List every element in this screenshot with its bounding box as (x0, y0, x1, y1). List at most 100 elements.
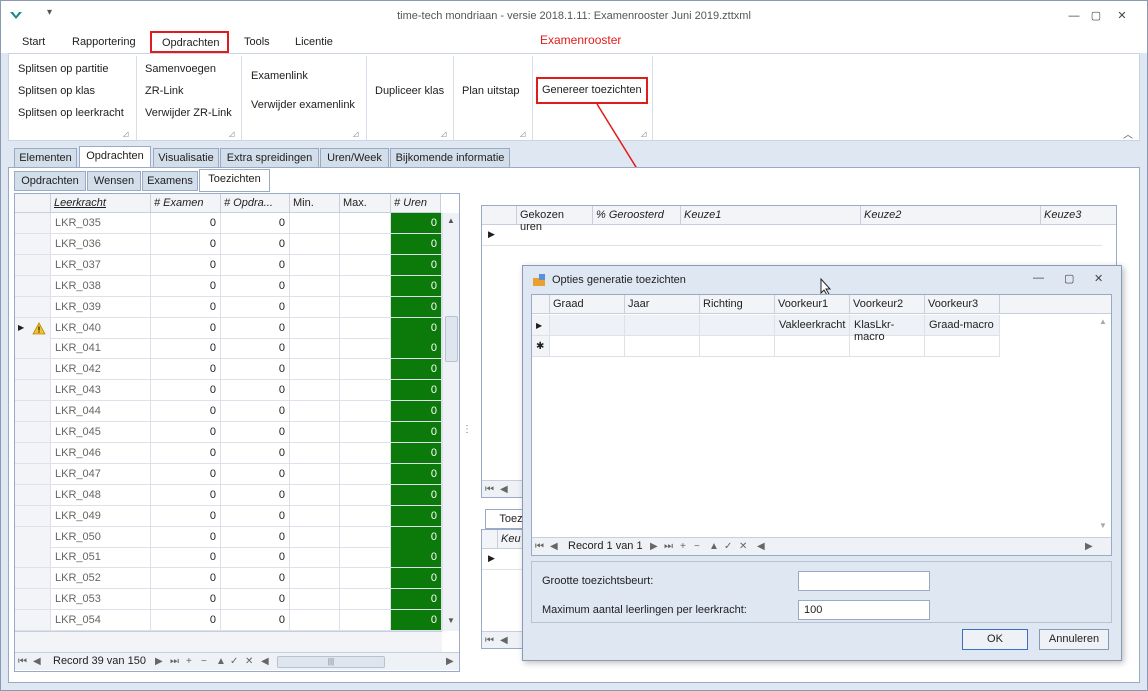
cell-opdrachten[interactable]: 0 (221, 568, 290, 590)
col-header-voorkeur1[interactable]: Voorkeur1 (775, 295, 850, 314)
col-header-keuze3[interactable]: Keuze3 (1041, 206, 1116, 225)
col-header-geroosterd[interactable]: % Geroosterd (593, 206, 681, 225)
row-indicator[interactable] (15, 380, 51, 402)
row-indicator[interactable] (15, 547, 51, 569)
cell-opdrachten[interactable]: 0 (221, 296, 290, 318)
cell-min[interactable] (290, 254, 340, 276)
cell-max[interactable] (340, 484, 391, 506)
row-indicator[interactable] (15, 422, 51, 443)
cell-leerkracht[interactable]: LKR_054 (51, 610, 151, 632)
splitter-handle[interactable]: ⋮ (462, 424, 472, 435)
cell-examen[interactable]: 0 (151, 254, 221, 276)
cell-max[interactable] (340, 317, 391, 339)
scroll-right-icon[interactable]: ▶ (1085, 541, 1093, 552)
cell-uren[interactable]: 0 (391, 442, 442, 464)
confirm-icon[interactable]: ✓ (230, 656, 238, 667)
row-indicator[interactable] (15, 610, 51, 632)
cell-uren[interactable]: 0 (391, 275, 442, 297)
cell-leerkracht[interactable]: LKR_050 (51, 526, 151, 548)
subtab-wensen[interactable]: Wensen (87, 171, 141, 191)
first-record-icon[interactable]: ⏮ (18, 656, 27, 667)
row-indicator[interactable] (15, 568, 51, 590)
cell-min[interactable] (290, 463, 340, 485)
cell-examen[interactable]: 0 (151, 380, 221, 402)
next-record-icon[interactable]: ▶ (155, 656, 163, 667)
cell-max[interactable] (340, 233, 391, 255)
first-record-icon[interactable]: ⏮ (485, 635, 494, 646)
cell-opdrachten[interactable]: 0 (221, 547, 290, 569)
col-header-keuze1[interactable]: Keuze1 (681, 206, 861, 225)
cell-max[interactable] (340, 526, 391, 548)
cell-opdrachten[interactable]: 0 (221, 442, 290, 464)
cell-min[interactable] (290, 338, 340, 360)
cell-min[interactable] (290, 610, 340, 632)
cell-examen[interactable]: 0 (151, 442, 221, 464)
cell-uren[interactable]: 0 (391, 505, 442, 527)
add-record-icon[interactable]: + (186, 656, 192, 667)
cell-examen[interactable]: 0 (151, 526, 221, 548)
cell-opdrachten[interactable]: 0 (221, 275, 290, 297)
table-row[interactable]: LKR_053 0 0 0 (15, 589, 442, 611)
scroll-down-icon[interactable]: ▼ (447, 616, 455, 625)
col-header-voorkeur3[interactable]: Voorkeur3 (925, 295, 1000, 314)
table-row[interactable]: LKR_036 0 0 0 (15, 233, 442, 255)
cell-min[interactable] (290, 296, 340, 318)
cell-uren[interactable]: 0 (391, 526, 442, 548)
cell-min[interactable] (290, 547, 340, 569)
tab-opdrachten[interactable]: Opdrachten (79, 146, 151, 169)
last-record-icon[interactable]: ⏭ (170, 656, 179, 667)
table-row[interactable]: LKR_041 0 0 0 (15, 338, 442, 360)
table-row[interactable]: LKR_051 0 0 0 (15, 547, 442, 569)
cell-uren[interactable]: 0 (391, 463, 442, 485)
cell-opdrachten[interactable]: 0 (221, 422, 290, 443)
cell-examen[interactable]: 0 (151, 275, 221, 297)
cell-min[interactable] (290, 484, 340, 506)
cell-opdrachten[interactable]: 0 (221, 505, 290, 527)
row-indicator[interactable] (15, 589, 51, 611)
cell-opdrachten[interactable]: 0 (221, 401, 290, 423)
tab-bijkomende-informatie[interactable]: Bijkomende informatie (390, 148, 510, 168)
col-header-voorkeur2[interactable]: Voorkeur2 (850, 295, 925, 314)
table-row[interactable]: LKR_052 0 0 0 (15, 568, 442, 590)
table-row[interactable]: ▶ LKR_040 0 0 0 (15, 317, 442, 339)
cell-examen[interactable]: 0 (151, 589, 221, 611)
cell-opdrachten[interactable]: 0 (221, 233, 290, 255)
table-row[interactable]: LKR_043 0 0 0 (15, 380, 442, 402)
cell-leerkracht[interactable]: LKR_046 (51, 442, 151, 464)
table-row[interactable]: LKR_054 0 0 0 (15, 610, 442, 632)
cell-max[interactable] (340, 568, 391, 590)
cell-uren[interactable]: 0 (391, 589, 442, 611)
cell-examen[interactable]: 0 (151, 422, 221, 443)
cell-uren[interactable]: 0 (391, 213, 442, 234)
move-up-icon[interactable]: ▲ (216, 656, 226, 667)
last-record-icon[interactable]: ⏭ (664, 541, 673, 552)
table-row[interactable]: LKR_035 0 0 0 (15, 213, 442, 234)
prev-record-icon[interactable]: ◀ (550, 541, 558, 552)
cell-leerkracht[interactable]: LKR_044 (51, 401, 151, 423)
row-indicator[interactable] (15, 275, 51, 297)
cell-examen[interactable]: 0 (151, 317, 221, 339)
first-record-icon[interactable]: ⏮ (485, 484, 494, 495)
tab-uren-week[interactable]: Uren/Week (320, 148, 389, 168)
cell-examen[interactable]: 0 (151, 296, 221, 318)
ok-button[interactable]: OK (962, 629, 1028, 650)
cell-opdrachten[interactable]: 0 (221, 359, 290, 381)
cell-min[interactable] (290, 233, 340, 255)
subtab-toezichten[interactable]: Toezichten (199, 169, 270, 192)
prev-record-icon[interactable]: ◀ (500, 635, 508, 646)
move-up-icon[interactable]: ▲ (709, 541, 719, 552)
remove-record-icon[interactable]: − (694, 541, 700, 552)
cell-max[interactable] (340, 463, 391, 485)
cell-examen[interactable]: 0 (151, 547, 221, 569)
dialog-close-icon[interactable]: ✕ (1094, 272, 1103, 285)
first-record-icon[interactable]: ⏮ (535, 541, 544, 552)
cell-uren[interactable]: 0 (391, 233, 442, 255)
cell-leerkracht[interactable]: LKR_040 (51, 317, 151, 339)
row-indicator[interactable] (15, 463, 51, 485)
cancel-edit-icon[interactable]: ✕ (739, 541, 747, 552)
cell-leerkracht[interactable]: LKR_052 (51, 568, 151, 590)
col-header-richting[interactable]: Richting (700, 295, 775, 314)
table-row[interactable]: LKR_044 0 0 0 (15, 401, 442, 423)
cell-max[interactable] (340, 296, 391, 318)
scroll-down-icon[interactable]: ▼ (1099, 521, 1107, 530)
